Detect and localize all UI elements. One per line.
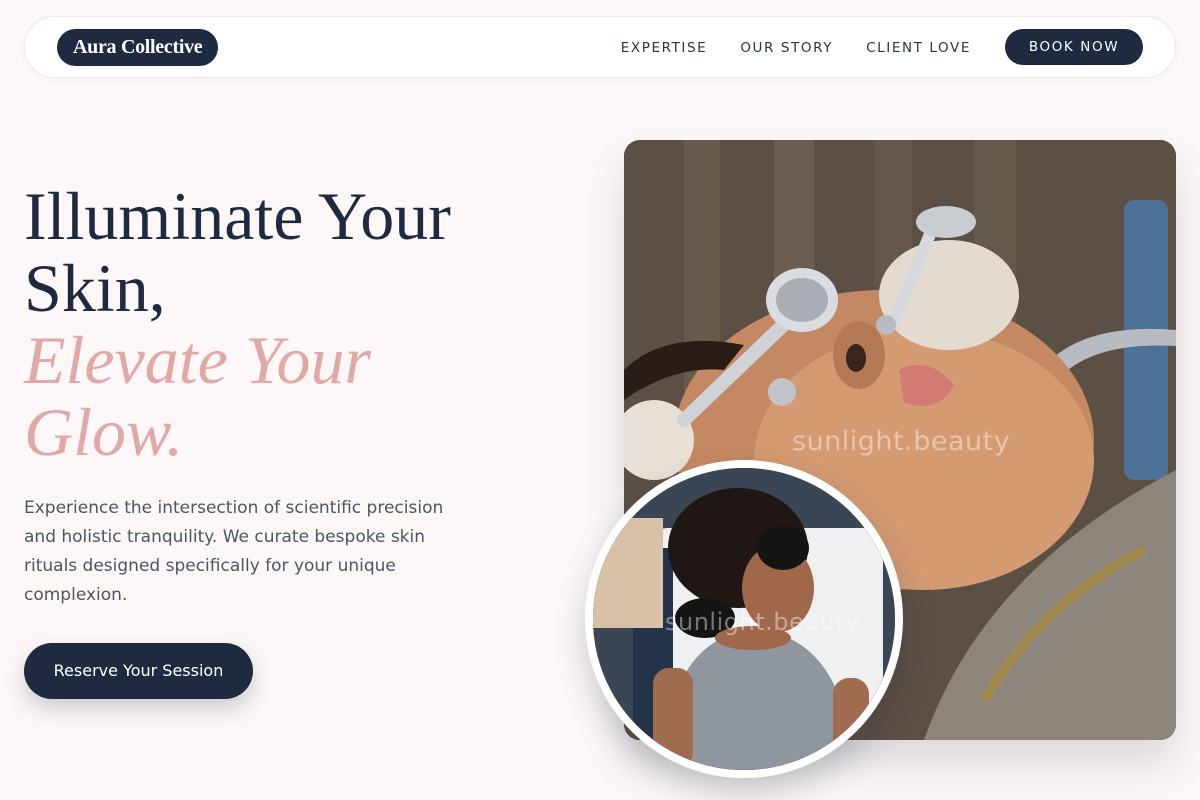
inset-client-treatment-image: sunlight.beauty — [585, 460, 903, 778]
brand-logo[interactable]: Aura Collective — [57, 29, 219, 66]
main-image-watermark: sunlight.beauty — [792, 426, 1011, 457]
book-now-button[interactable]: BOOK NOW — [1005, 29, 1143, 65]
nav-link-expertise[interactable]: EXPERTISE — [621, 40, 708, 56]
headline-line-accent: Elevate Your Glow. — [24, 322, 371, 470]
inset-image-watermark: sunlight.beauty — [665, 608, 860, 636]
nav-link-our-story[interactable]: OUR STORY — [740, 40, 833, 56]
headline-line-primary: Illuminate Your Skin, — [24, 178, 451, 326]
top-nav: Aura Collective EXPERTISE OUR STORY CLIE… — [24, 16, 1176, 78]
nav-links: EXPERTISE OUR STORY CLIENT LOVE — [621, 17, 971, 79]
hero-headline: Illuminate Your Skin, Elevate Your Glow. — [24, 180, 544, 468]
reserve-session-button[interactable]: Reserve Your Session — [24, 643, 253, 699]
hero-description: Experience the intersection of scientifi… — [24, 498, 444, 605]
nav-link-client-love[interactable]: CLIENT LOVE — [866, 40, 971, 56]
